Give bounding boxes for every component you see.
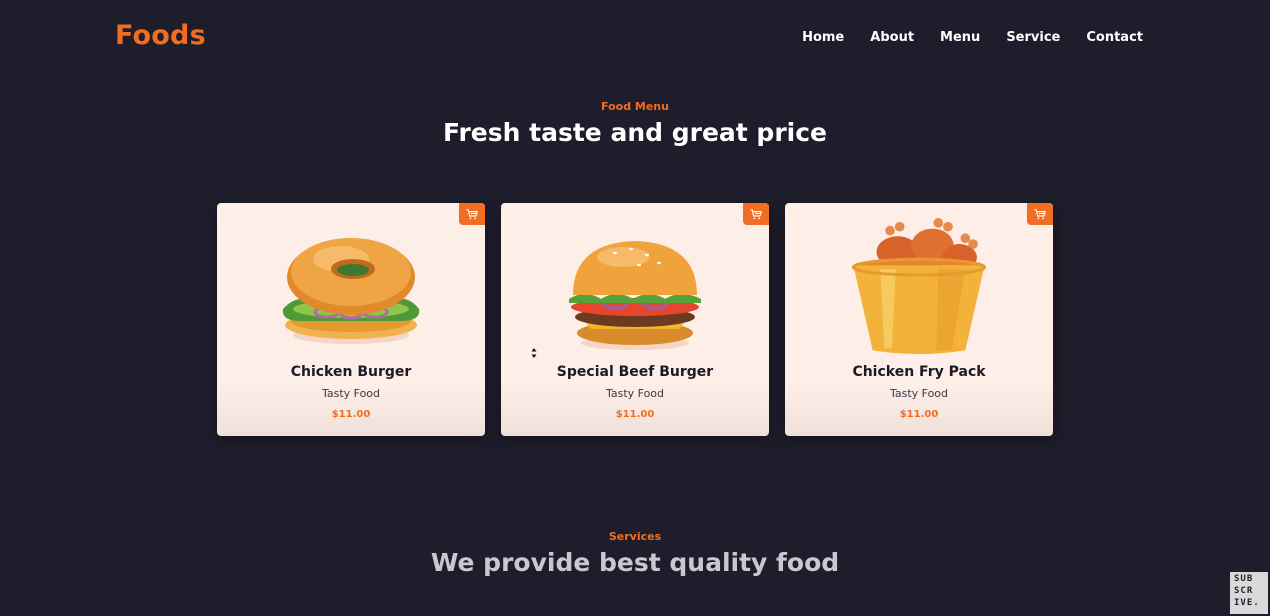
fried-chicken-bucket-illustration [851, 217, 987, 355]
nav-link-about[interactable]: About [870, 30, 914, 45]
section-eyebrow: Food Menu [601, 100, 669, 113]
food-menu-section: Food Menu Fresh taste and great price [0, 100, 1270, 147]
cart-icon [466, 208, 478, 219]
navbar: Foods Home About Menu Service Contact [0, 0, 1270, 78]
card-title: Special Beef Burger [556, 364, 714, 380]
card-subtitle: Tasty Food [321, 387, 381, 400]
menu-card[interactable]: Chicken Fry Pack Tasty Food $11.00 [785, 203, 1053, 436]
subscribe-badge-line: IVE. [1234, 598, 1260, 608]
subscribe-badge-line: SCR [1234, 586, 1254, 596]
resize-cursor-icon [531, 348, 537, 358]
card-price: $11.00 [615, 409, 655, 420]
add-to-cart-button[interactable] [459, 203, 485, 225]
section-title: We provide best quality food [430, 548, 840, 577]
cart-icon [1034, 208, 1046, 219]
nav-link-contact[interactable]: Contact [1086, 30, 1143, 45]
logo[interactable]: Foods [115, 20, 206, 51]
card-subtitle: Tasty Food [889, 387, 949, 400]
section-eyebrow: Services [608, 530, 662, 543]
nav-link-home[interactable]: Home [802, 30, 844, 45]
card-title: Chicken Fry Pack [852, 364, 986, 380]
card-price: $11.00 [899, 409, 939, 420]
menu-card[interactable]: Chicken Burger Tasty Food $11.00 [217, 203, 485, 436]
add-to-cart-button[interactable] [743, 203, 769, 225]
menu-cards: Chicken Burger Tasty Food $11.00 Special… [217, 203, 1053, 436]
section-title: Fresh taste and great price [443, 118, 827, 147]
beef-burger-illustration [569, 241, 701, 350]
card-subtitle: Tasty Food [605, 387, 665, 400]
card-title: Chicken Burger [290, 364, 412, 380]
chicken-burger-illustration [282, 238, 420, 344]
cart-icon [750, 208, 762, 219]
add-to-cart-button[interactable] [1027, 203, 1053, 225]
subscribe-badge[interactable]: SUB SCR IVE. [1230, 572, 1268, 614]
nav-links: Home About Menu Service Contact [802, 30, 1143, 45]
nav-link-service[interactable]: Service [1006, 30, 1060, 45]
nav-link-menu[interactable]: Menu [940, 30, 980, 45]
card-price: $11.00 [331, 409, 371, 420]
services-section: Services We provide best quality food [0, 530, 1270, 577]
menu-card[interactable]: Special Beef Burger Tasty Food $11.00 [501, 203, 769, 436]
subscribe-badge-line: SUB [1234, 574, 1254, 584]
